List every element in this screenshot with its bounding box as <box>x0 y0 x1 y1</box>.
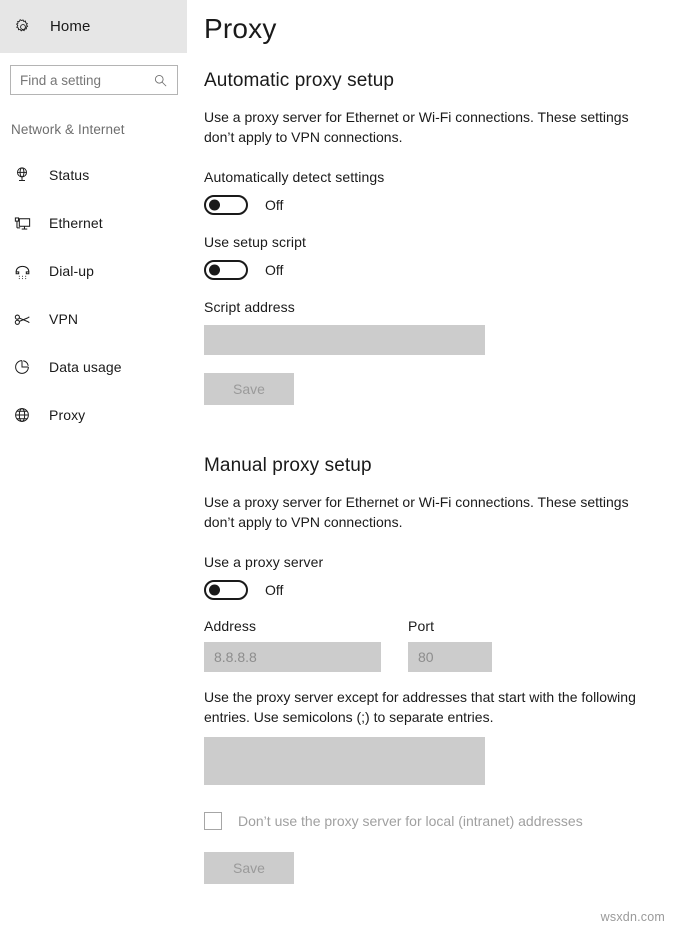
watermark: wsxdn.com <box>600 910 665 924</box>
home-button[interactable]: Home <box>0 0 187 53</box>
setup-script-toggle[interactable] <box>204 260 248 280</box>
ethernet-monitor-icon <box>11 212 33 234</box>
search-input[interactable] <box>11 67 149 93</box>
sidebar-item-label: Data usage <box>49 359 122 375</box>
sidebar-item-label: Ethernet <box>49 215 103 231</box>
auto-detect-toggle-row: Off <box>204 195 673 215</box>
network-status-icon <box>11 164 33 186</box>
vpn-key-icon <box>11 308 33 330</box>
use-proxy-toggle-row: Off <box>204 580 673 600</box>
script-address-input[interactable] <box>204 325 485 355</box>
sidebar: Home Network & Internet <box>0 0 196 932</box>
toggle-knob <box>209 199 220 211</box>
sidebar-item-label: Dial-up <box>49 263 95 279</box>
sidebar-item-proxy[interactable]: Proxy <box>0 391 196 439</box>
local-bypass-row: Don’t use the proxy server for local (in… <box>204 812 673 830</box>
sidebar-item-label: Status <box>49 167 90 183</box>
home-label: Home <box>50 18 91 35</box>
sidebar-item-status[interactable]: Status <box>0 151 196 199</box>
sidebar-item-label: VPN <box>49 311 79 327</box>
save-automatic-button[interactable]: Save <box>204 373 294 405</box>
use-proxy-toggle[interactable] <box>204 580 248 600</box>
auto-detect-state: Off <box>265 197 284 213</box>
local-bypass-checkbox[interactable] <box>204 812 222 830</box>
automatic-description: Use a proxy server for Ethernet or Wi-Fi… <box>204 109 629 145</box>
manual-description: Use a proxy server for Ethernet or Wi-Fi… <box>204 494 629 530</box>
sidebar-item-vpn[interactable]: VPN <box>0 295 196 343</box>
port-column: Port <box>408 618 492 672</box>
address-port-row: Address Port <box>204 618 673 672</box>
pie-chart-icon <box>11 356 33 378</box>
sidebar-nav: Status Ethernet Dial-up VPN Data usage P… <box>0 151 196 439</box>
main-content: Proxy Automatic proxy setup Use a proxy … <box>196 0 673 932</box>
exceptions-description: Use the proxy server except for addresse… <box>204 689 636 725</box>
use-proxy-state: Off <box>265 582 284 598</box>
sidebar-heading: Network & Internet <box>11 122 125 137</box>
toggle-knob <box>209 584 220 596</box>
address-input[interactable] <box>204 642 381 672</box>
sidebar-item-label: Proxy <box>49 407 86 423</box>
manual-section-title: Manual proxy setup <box>204 455 372 476</box>
setup-script-state: Off <box>265 262 284 278</box>
search-box[interactable] <box>10 65 178 95</box>
sidebar-item-ethernet[interactable]: Ethernet <box>0 199 196 247</box>
setup-script-toggle-row: Off <box>204 260 673 280</box>
settings-window: Home Network & Internet <box>0 0 673 932</box>
search-icon[interactable] <box>149 73 177 88</box>
script-address-label: Script address <box>204 299 295 315</box>
sidebar-item-dialup[interactable]: Dial-up <box>0 247 196 295</box>
automatic-section-title: Automatic proxy setup <box>204 70 395 91</box>
auto-detect-label: Automatically detect settings <box>204 169 385 185</box>
port-label: Port <box>408 618 435 634</box>
exceptions-input[interactable] <box>204 737 485 785</box>
dialup-phone-icon <box>11 260 33 282</box>
address-column: Address <box>204 618 381 672</box>
address-label: Address <box>204 618 257 634</box>
setup-script-label: Use setup script <box>204 234 306 250</box>
auto-detect-toggle[interactable] <box>204 195 248 215</box>
local-bypass-label: Don’t use the proxy server for local (in… <box>238 813 583 829</box>
use-proxy-label: Use a proxy server <box>204 554 324 570</box>
sidebar-item-data-usage[interactable]: Data usage <box>0 343 196 391</box>
toggle-knob <box>209 264 220 276</box>
port-input[interactable] <box>408 642 492 672</box>
page-title: Proxy <box>204 13 277 44</box>
save-manual-button[interactable]: Save <box>204 852 294 884</box>
gear-icon <box>13 17 33 37</box>
globe-icon <box>11 404 33 426</box>
